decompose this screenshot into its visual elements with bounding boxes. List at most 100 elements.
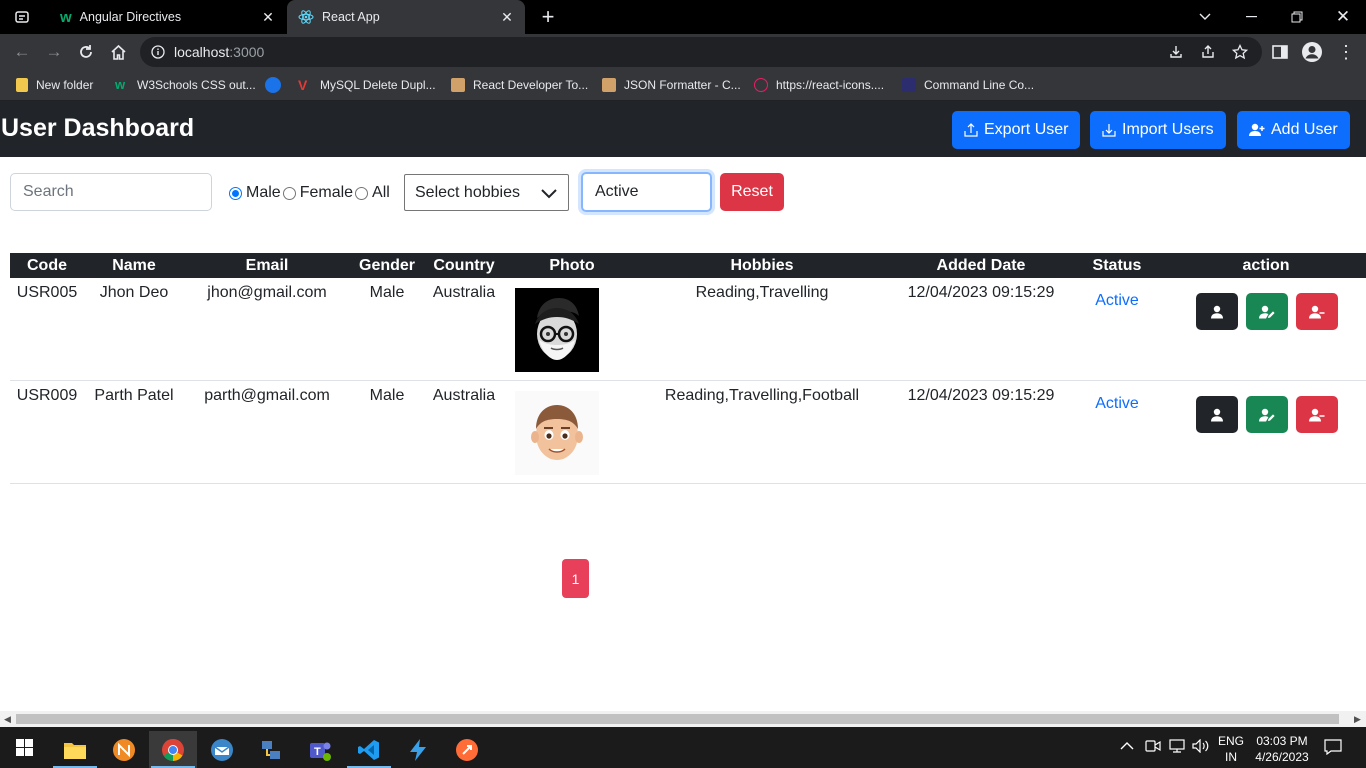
bookmark-star-icon[interactable] [1232,44,1248,60]
react-icon [754,78,768,92]
view-user-button[interactable] [1196,293,1238,330]
scroll-right-arrow-icon[interactable]: ▶ [1354,714,1362,724]
profile-avatar-icon[interactable] [1300,40,1324,64]
cell-code: USR005 [16,284,78,301]
bookmark-command-line[interactable]: Command Line Co... [902,76,1034,94]
cell-email: parth@gmail.com [204,387,330,404]
bookmark-react-devtools[interactable]: React Developer To... [451,76,588,94]
column-header: Code [27,257,67,274]
cell-added-date: 12/04/2023 09:15:29 [907,387,1055,404]
user-photo [515,391,599,475]
gender-label-female: Female [299,184,354,201]
menu-kebab-icon[interactable]: ⋮ [1334,40,1358,64]
scroll-left-arrow-icon[interactable]: ◀ [4,714,12,724]
search-input[interactable] [10,173,212,211]
chrome-icon[interactable] [149,731,197,768]
back-icon[interactable]: ← [10,40,34,64]
status-badge[interactable]: Active [1095,395,1139,413]
store-icon [602,78,616,92]
tray-chevron-up-icon[interactable] [1120,739,1134,755]
close-tab-icon[interactable]: ✕ [499,9,515,25]
app-header: User Dashboard Export User Import Users … [0,101,1366,157]
table-row: USR005 Jhon Deo jhon@gmail.com Male Aust… [10,278,1366,381]
n-app-icon[interactable] [100,731,148,768]
site-info-icon[interactable] [151,45,165,59]
cell-email: jhon@gmail.com [207,284,327,301]
bookmark-mysql[interactable]: V MySQL Delete Dupl... [298,76,436,94]
bookmark-w3schools[interactable]: w W3Schools CSS out... [115,76,256,94]
cell-code: USR009 [16,387,78,404]
edit-user-button[interactable] [1246,396,1288,433]
restore-icon[interactable] [1274,0,1320,34]
delete-user-button[interactable] [1296,396,1338,433]
status-filter-input[interactable]: Active [581,172,712,212]
side-panel-icon[interactable] [1268,40,1292,64]
bookmark-label: W3Schools CSS out... [137,78,256,92]
bookmark-label: MySQL Delete Dupl... [320,78,436,92]
network-app-icon[interactable] [247,731,295,768]
import-users-button[interactable]: Import Users [1090,111,1226,149]
tab-search-icon[interactable] [14,0,44,34]
close-tab-icon[interactable]: ✕ [260,9,276,25]
status-badge[interactable]: Active [1095,292,1139,310]
volume-icon[interactable] [1192,738,1210,757]
notifications-icon[interactable] [1324,739,1342,759]
forward-icon[interactable]: → [42,40,66,64]
install-app-icon[interactable] [1168,44,1184,60]
pagination-page-1[interactable]: 1 [562,559,589,598]
reset-button[interactable]: Reset [720,173,784,211]
windows-taskbar: T ENG IN 03:03 PM 4/26/2023 [0,727,1366,768]
chevron-down-icon [541,189,557,199]
bookmark-new-folder[interactable]: New folder [16,76,93,94]
gender-radio-group: Male Female All [229,183,392,203]
edit-user-button[interactable] [1246,293,1288,330]
gender-radio-male[interactable] [229,186,242,200]
gender-radio-all[interactable] [355,186,369,200]
clock[interactable]: 03:03 PM 4/26/2023 [1252,733,1312,765]
postman-icon[interactable] [443,731,491,768]
tab-angular-directives[interactable]: w Angular Directives ✕ [50,0,286,34]
folder-icon [16,78,28,92]
minimize-icon[interactable] [1228,0,1274,34]
bookmark-json-formatter[interactable]: JSON Formatter - C... [602,76,741,94]
bookmark-label: Command Line Co... [924,78,1035,92]
download-icon [1102,124,1116,137]
hobbies-select[interactable]: Select hobbies [404,174,569,211]
horizontal-scrollbar[interactable]: ◀ ▶ [0,711,1366,727]
reload-icon[interactable] [74,40,98,64]
input-language[interactable]: ENG IN [1217,733,1245,765]
bolt-app-icon[interactable] [394,731,442,768]
filter-bar: Male Female All Select hobbies Active Re… [0,157,1366,237]
bookmark-unnamed[interactable] [265,76,289,94]
cell-name: Jhon Deo [99,284,169,301]
bookmark-label: React Developer To... [473,78,589,92]
view-user-button[interactable] [1196,396,1238,433]
mail-app-icon[interactable] [198,731,246,768]
bookmark-react-icons[interactable]: https://react-icons.... [754,76,884,94]
gender-radio-female[interactable] [282,186,296,200]
add-user-button[interactable]: Add User [1237,111,1350,149]
cell-country: Australia [432,284,496,301]
network-icon[interactable] [1169,739,1185,757]
column-header: Country [433,257,495,274]
export-user-button[interactable]: Export User [952,111,1081,149]
close-window-icon[interactable]: ✕ [1320,0,1366,34]
language-code: ENG [1217,734,1244,748]
tab-title: Angular Directives [79,10,182,24]
vscode-icon[interactable] [345,731,393,768]
address-bar[interactable]: localhost:3000 [140,37,1262,67]
windows-start-icon[interactable] [0,727,48,768]
url-text: localhost:3000 [174,44,264,60]
teams-icon[interactable]: T [296,731,344,768]
scrollbar-thumb[interactable] [16,714,1339,724]
delete-user-button[interactable] [1296,293,1338,330]
meet-now-icon[interactable] [1145,739,1161,757]
tab-search-chevron-icon[interactable] [1182,0,1228,34]
tab-title: React App [322,10,380,24]
file-explorer-icon[interactable] [51,731,99,768]
new-tab-plus-icon[interactable]: + [535,0,561,34]
home-icon[interactable] [106,40,130,64]
share-icon[interactable] [1200,44,1216,60]
tab-react-app[interactable]: React App ✕ [287,0,525,34]
url-port: :3000 [229,44,265,60]
